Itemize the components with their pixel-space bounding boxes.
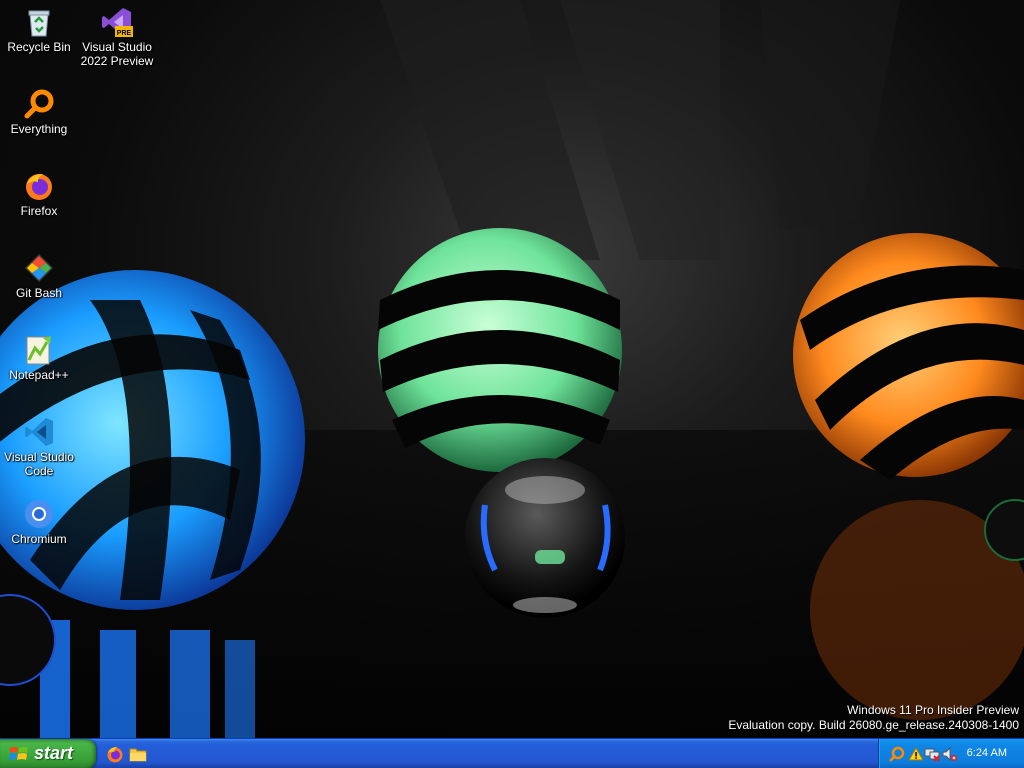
desktop-icon-label: Notepad++ (9, 368, 69, 382)
desktop-icon-label: Visual Studio (4, 450, 74, 464)
start-button[interactable]: start (0, 739, 96, 768)
windows-build-watermark: Windows 11 Pro Insider Preview Evaluatio… (728, 703, 1019, 733)
desktop-icon-visual-studio-code[interactable]: Visual Studio Code (1, 416, 77, 479)
desktop-icon-label: Firefox (20, 204, 58, 218)
vscode-icon (25, 418, 53, 446)
desktop-icon-label: Recycle Bin (7, 40, 71, 54)
clock[interactable]: 6:24 AM (967, 747, 1007, 759)
notepadpp-icon (26, 336, 51, 365)
vs-badge: PRE (117, 30, 132, 37)
watermark-build: Evaluation copy. Build 26080.ge_release.… (728, 718, 1019, 732)
volume-muted-icon[interactable] (941, 746, 957, 762)
firefox-icon (26, 174, 52, 200)
git-bash-icon (25, 254, 53, 282)
desktop-icon-label: 2022 Preview (80, 54, 154, 68)
desktop-icon-recycle-bin[interactable]: Recycle Bin (1, 6, 77, 55)
desktop-icon-label: Chromium (11, 532, 67, 546)
desktop-icon-chromium[interactable]: Chromium (1, 498, 77, 547)
wallpaper-art (0, 0, 1024, 738)
watermark-edition: Windows 11 Pro Insider Preview (847, 703, 1019, 717)
desktop-icon-label: Everything (10, 122, 68, 136)
desktop-icon-visual-studio-2022-preview[interactable]: PRE Visual Studio 2022 Preview (79, 6, 155, 69)
glass-sphere (465, 458, 625, 618)
green-sphere (378, 228, 622, 472)
system-tray: 6:24 AM (878, 739, 1024, 768)
search-icon[interactable] (889, 746, 905, 762)
windows-flag-icon (9, 747, 28, 760)
network-disconnected-icon[interactable] (924, 746, 940, 762)
desktop-icon-everything[interactable]: Everything (1, 88, 77, 137)
recycle-bin-icon (28, 10, 50, 37)
taskbar: start 6:24 AM (0, 738, 1024, 768)
desktop-icon-label: Git Bash (15, 286, 63, 300)
desktop-icon-firefox[interactable]: Firefox (1, 170, 77, 219)
folder-icon[interactable] (129, 745, 147, 763)
visual-studio-icon: PRE (102, 8, 133, 37)
desktop-wallpaper (0, 0, 1024, 738)
chromium-icon (25, 500, 53, 528)
firefox-icon[interactable] (106, 745, 124, 763)
warning-icon[interactable] (908, 746, 924, 762)
desktop-icon-label: Code (24, 464, 54, 478)
desktop-icon-notepadpp[interactable]: Notepad++ (1, 334, 77, 383)
start-label: start (34, 743, 74, 763)
desktop-icon-git-bash[interactable]: Git Bash (1, 252, 77, 301)
desktop-icon-label: Visual Studio (82, 40, 152, 54)
everything-search-icon (24, 89, 54, 119)
